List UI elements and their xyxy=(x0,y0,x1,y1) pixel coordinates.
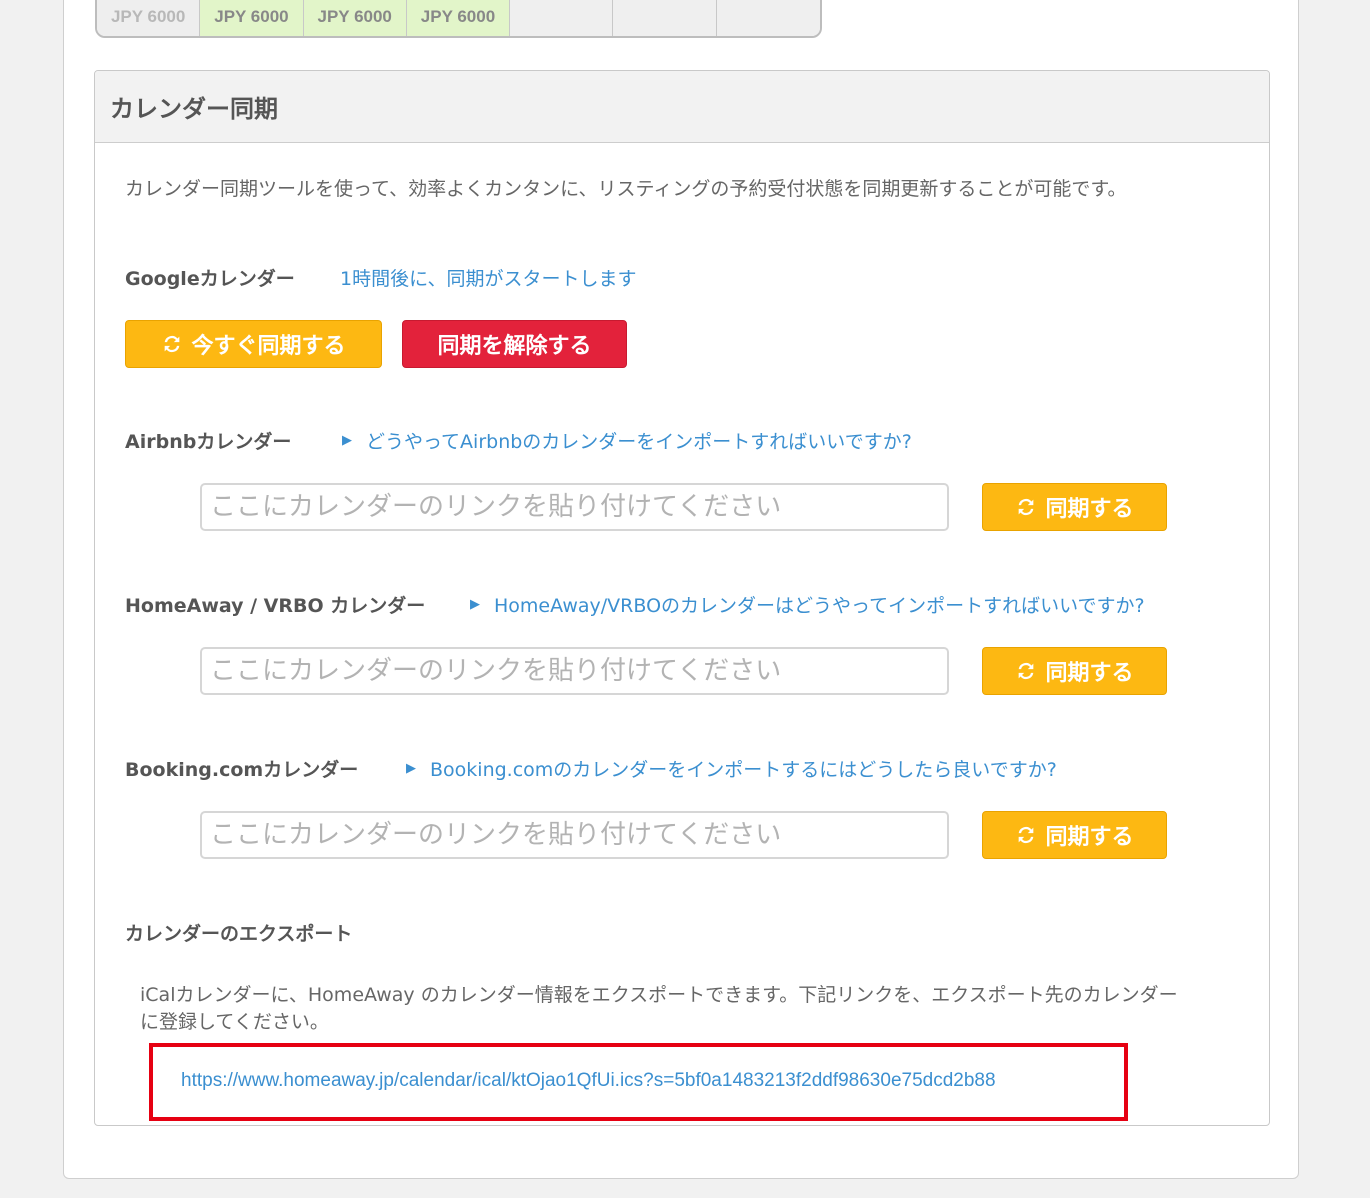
booking-help-text: Booking.comのカレンダーをインポートするにはどうしたら良いですか? xyxy=(430,759,1057,781)
triangle-right-icon: ▶ xyxy=(342,433,352,448)
airbnb-sync-label: 同期する xyxy=(1045,497,1134,522)
triangle-right-icon: ▶ xyxy=(406,761,416,776)
export-section-label: カレンダーのエクスポート xyxy=(125,923,353,945)
homeaway-help-link[interactable]: ▶ HomeAway/VRBOのカレンダーはどうやってインポートすればいいですか… xyxy=(470,591,1145,618)
airbnb-calendar-label: Airbnbカレンダー xyxy=(125,431,292,453)
homeaway-sync-label: 同期する xyxy=(1045,661,1134,686)
price-cell[interactable]: JPY 6000 xyxy=(200,0,304,36)
homeaway-link-input[interactable] xyxy=(200,647,949,695)
price-cell[interactable]: JPY 6000 xyxy=(97,0,201,36)
price-cell[interactable]: JPY 6000 xyxy=(406,0,511,36)
homeaway-help-text: HomeAway/VRBOのカレンダーはどうやってインポートすればいいですか? xyxy=(494,595,1145,617)
export-ical-link[interactable]: https://www.homeaway.jp/calendar/ical/kt… xyxy=(181,1070,996,1092)
sync-icon xyxy=(1015,824,1037,846)
price-calendar-strip: JPY 6000 JPY 6000 JPY 6000 JPY 6000 xyxy=(95,0,822,38)
google-sync-status: 1時間後に、同期がスタートします xyxy=(340,268,637,290)
unsync-label: 同期を解除する xyxy=(437,334,592,359)
booking-sync-button[interactable]: 同期する xyxy=(982,811,1167,859)
price-cell[interactable] xyxy=(510,0,614,36)
panel-title: カレンダー同期 xyxy=(95,71,1269,143)
unsync-button[interactable]: 同期を解除する xyxy=(402,320,627,368)
triangle-right-icon: ▶ xyxy=(470,597,480,612)
booking-calendar-label: Booking.comカレンダー xyxy=(125,759,359,781)
sync-now-label: 今すぐ同期する xyxy=(191,334,346,359)
price-cell[interactable] xyxy=(613,0,717,36)
homeaway-sync-button[interactable]: 同期する xyxy=(982,647,1167,695)
google-calendar-label: Googleカレンダー xyxy=(125,268,295,290)
price-cell[interactable]: JPY 6000 xyxy=(303,0,407,36)
booking-link-input[interactable] xyxy=(200,811,949,859)
booking-help-link[interactable]: ▶ Booking.comのカレンダーをインポートするにはどうしたら良いですか? xyxy=(406,755,1057,782)
airbnb-help-text: どうやってAirbnbのカレンダーをインポートすればいいですか? xyxy=(366,431,912,453)
homeaway-calendar-label: HomeAway / VRBO カレンダー xyxy=(125,595,426,617)
airbnb-link-input[interactable] xyxy=(200,483,949,531)
sync-icon xyxy=(1015,660,1037,682)
sync-now-button[interactable]: 今すぐ同期する xyxy=(125,320,382,368)
price-cell[interactable] xyxy=(716,0,820,36)
booking-sync-label: 同期する xyxy=(1045,825,1134,850)
sync-icon xyxy=(1015,496,1037,518)
sync-icon xyxy=(161,333,183,355)
intro-text: カレンダー同期ツールを使って、効率よくカンタンに、リスティングの予約受付状態を同… xyxy=(125,178,1127,200)
airbnb-help-link[interactable]: ▶ どうやってAirbnbのカレンダーをインポートすればいいですか? xyxy=(342,427,912,454)
airbnb-sync-button[interactable]: 同期する xyxy=(982,483,1167,531)
export-description: iCalカレンダーに、HomeAway のカレンダー情報をエクスポートできます。… xyxy=(140,984,1178,1033)
